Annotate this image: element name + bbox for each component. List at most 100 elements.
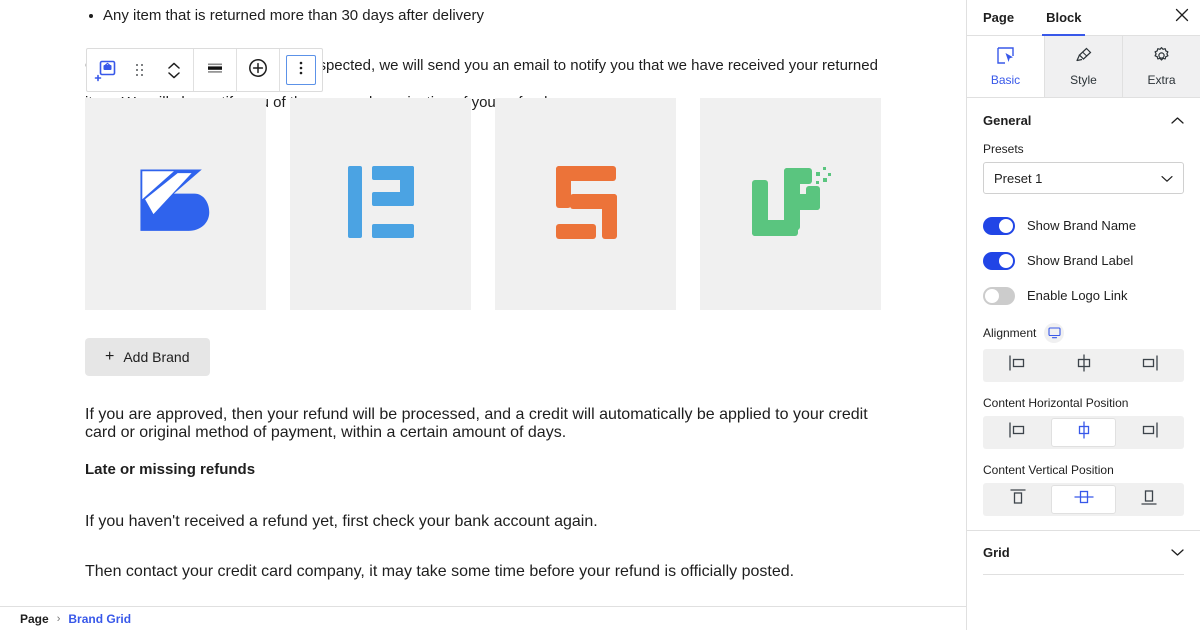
plus-icon: + [105, 348, 115, 365]
heading-late-or-missing-refunds[interactable]: Late or missing refunds [85, 458, 885, 481]
breadcrumb-root[interactable]: Page [20, 612, 49, 626]
subtab-style-label: Style [1070, 73, 1097, 87]
toggle-show-brand-name-label: Show Brand Name [1027, 218, 1137, 233]
brand-cell-elementor[interactable] [290, 98, 471, 310]
paragraph-credit-card-company[interactable]: Then contact your credit card company, i… [85, 563, 885, 581]
content-align-middle-button[interactable] [1050, 485, 1117, 514]
monitor-icon[interactable] [1044, 323, 1065, 343]
alignment-label: Alignment [983, 326, 1037, 340]
brand-cell-upsolution[interactable] [700, 98, 881, 310]
toggle-enable-logo-link-label: Enable Logo Link [1027, 288, 1128, 303]
section-grid-header[interactable]: Grid [983, 531, 1184, 575]
presets-select[interactable]: Preset 1 [983, 162, 1184, 194]
chevron-down-icon [1161, 171, 1173, 186]
chevron-up-icon [1171, 113, 1184, 128]
content-align-right-button[interactable] [1116, 418, 1182, 447]
block-type-button[interactable] [89, 49, 123, 91]
field-content-horizontal-position: Content Horizontal Position [983, 396, 1184, 449]
alignment-segmented-control [983, 349, 1184, 382]
add-brand-label: Add Brand [123, 349, 190, 365]
move-up-down-icon [168, 62, 180, 79]
align-left-button[interactable] [985, 351, 1051, 380]
align-center-icon [1072, 421, 1096, 444]
align-top-icon [1007, 487, 1029, 512]
breadcrumb: Page › Brand Grid [0, 606, 966, 630]
drag-handle-icon [136, 63, 144, 77]
bullet-list-block[interactable]: Any item that is returned more than 30 d… [85, 4, 885, 27]
align-center-button[interactable] [1051, 351, 1117, 380]
block-toolbar[interactable] [86, 48, 323, 92]
chevron-down-icon [1171, 545, 1184, 560]
subtab-style[interactable]: Style [1045, 36, 1123, 97]
content-align-center-button[interactable] [1050, 418, 1117, 447]
breadcrumb-current[interactable]: Brand Grid [68, 612, 131, 626]
paintbrush-icon [1074, 46, 1093, 68]
align-bottom-icon [1138, 487, 1160, 512]
content-horizontal-segmented-control [983, 416, 1184, 449]
toggle-enable-logo-link-row[interactable]: Enable Logo Link [983, 278, 1184, 313]
brand-grid-block[interactable]: + Add Brand [85, 98, 881, 376]
gear-icon [1152, 46, 1171, 68]
chevron-right-icon: › [56, 612, 61, 625]
sidebar-subtab-bar: Basic Style Extra [967, 36, 1200, 98]
field-content-vertical-position: Content Vertical Position [983, 463, 1184, 516]
toolbar-group-align [194, 49, 237, 91]
toolbar-group-add [237, 49, 280, 91]
paragraph-approved[interactable]: If you are approved, then your refund wi… [85, 406, 885, 442]
paragraph-check-bank[interactable]: If you haven't received a refund yet, fi… [85, 513, 885, 531]
brand-cell-bricks[interactable] [85, 98, 266, 310]
toolbar-group-block [87, 49, 194, 91]
editor-app: Any item that is returned more than 30 d… [0, 0, 1200, 630]
section-general-title: General [983, 112, 1032, 128]
align-center-icon [1072, 354, 1096, 377]
list-item: Any item that is returned more than 30 d… [85, 4, 885, 27]
toggle-show-brand-label[interactable] [983, 251, 1015, 270]
settings-sidebar: Page Block Basic Style Extra General Pre… [966, 0, 1200, 630]
content-vertical-label: Content Vertical Position [983, 463, 1114, 477]
align-right-button[interactable] [1116, 351, 1182, 380]
section-grid-title: Grid [983, 545, 1010, 560]
add-block-icon [247, 57, 269, 84]
tab-block[interactable]: Block [1030, 0, 1097, 36]
move-block-button[interactable] [157, 49, 191, 91]
section-general-header[interactable]: General [983, 98, 1184, 142]
align-options-icon [205, 58, 225, 83]
field-presets: Presets Preset 1 [983, 142, 1184, 194]
toggle-show-brand-name[interactable] [983, 216, 1015, 235]
content-align-bottom-button[interactable] [1116, 485, 1182, 514]
add-brand-button[interactable]: + Add Brand [85, 338, 210, 376]
presets-value: Preset 1 [994, 170, 1043, 186]
align-left-icon [1006, 421, 1030, 444]
drag-handle-button[interactable] [123, 49, 157, 91]
add-brand-wrapper: + Add Brand [85, 338, 881, 376]
toggle-show-brand-label-row[interactable]: Show Brand Label [983, 243, 1184, 278]
brand-grid-block-icon [94, 58, 118, 82]
toggle-enable-logo-link[interactable] [983, 286, 1015, 305]
close-icon [1175, 8, 1189, 27]
subtab-basic[interactable]: Basic [967, 36, 1045, 97]
content-align-left-button[interactable] [985, 418, 1051, 447]
elementor-logo [346, 164, 416, 245]
subtab-extra-label: Extra [1147, 73, 1176, 87]
align-options-button[interactable] [196, 49, 234, 91]
close-sidebar-button[interactable] [1164, 0, 1200, 35]
brand-cell-slider-revolution[interactable] [495, 98, 676, 310]
alignment-label-row: Alignment [983, 323, 1184, 343]
brand-grid [85, 98, 881, 310]
cursor-block-icon [996, 46, 1015, 68]
slider-revolution-logo [554, 164, 618, 245]
more-options-icon [299, 60, 303, 81]
align-right-icon [1137, 421, 1161, 444]
tab-page[interactable]: Page [967, 0, 1030, 35]
toolbar-group-options [280, 49, 322, 91]
field-alignment: Alignment [983, 323, 1184, 382]
sidebar-content: General Presets Preset 1 Show Brand Name [967, 98, 1200, 630]
editor-canvas: Any item that is returned more than 30 d… [0, 0, 966, 630]
subtab-extra[interactable]: Extra [1123, 36, 1200, 97]
align-left-icon [1006, 354, 1030, 377]
add-block-button[interactable] [239, 49, 277, 91]
more-options-button[interactable] [286, 55, 316, 85]
content-align-top-button[interactable] [985, 485, 1051, 514]
toggle-show-brand-name-row[interactable]: Show Brand Name [983, 208, 1184, 243]
sidebar-tab-bar: Page Block [967, 0, 1200, 36]
